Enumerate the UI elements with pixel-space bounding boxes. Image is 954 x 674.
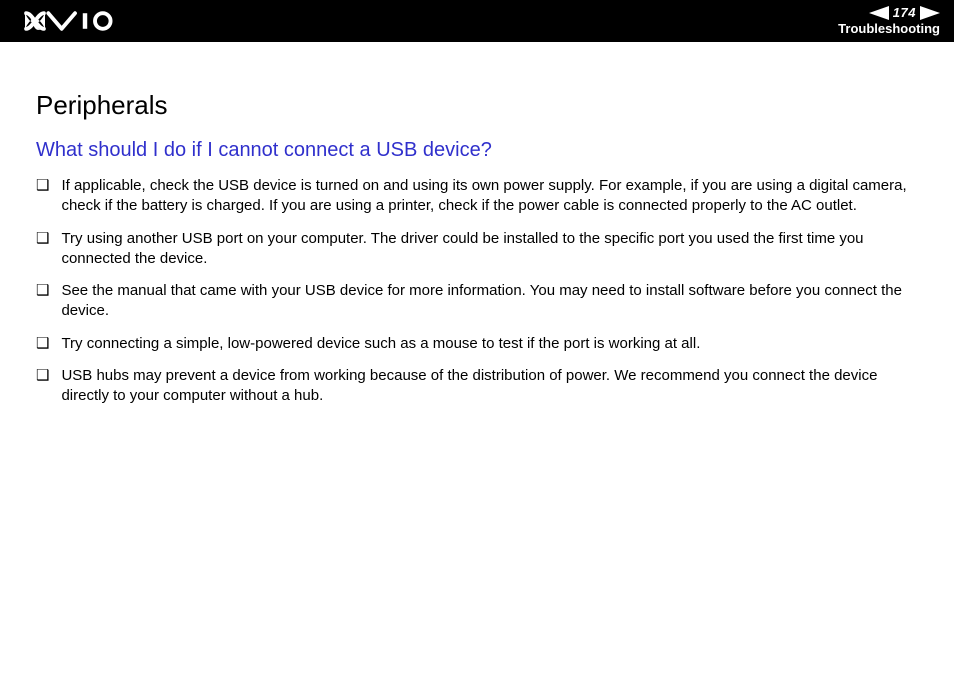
list-item-text: Try using another USB port on your compu…: [61, 229, 918, 270]
list-item: ❑ If applicable, check the USB device is…: [36, 176, 918, 217]
list-item-text: See the manual that came with your USB d…: [61, 281, 918, 322]
header-right: 174 Troubleshooting: [838, 6, 940, 36]
vaio-logo: [20, 11, 130, 31]
list-item: ❑ See the manual that came with your USB…: [36, 281, 918, 322]
bullet-list: ❑ If applicable, check the USB device is…: [36, 176, 918, 406]
section-label: Troubleshooting: [838, 21, 940, 36]
page-content: Peripherals What should I do if I cannot…: [0, 42, 954, 406]
bullet-icon: ❑: [36, 367, 49, 385]
page-number: 174: [891, 6, 918, 20]
prev-page-arrow-icon[interactable]: [869, 6, 889, 20]
next-page-arrow-icon[interactable]: [920, 6, 940, 20]
page-title: Peripherals: [36, 90, 918, 121]
page-header: 174 Troubleshooting: [0, 0, 954, 42]
bullet-icon: ❑: [36, 335, 49, 353]
list-item: ❑ Try connecting a simple, low-powered d…: [36, 334, 918, 354]
list-item-text: USB hubs may prevent a device from worki…: [61, 366, 918, 407]
page-navigator: 174: [869, 6, 940, 20]
bullet-icon: ❑: [36, 230, 49, 248]
faq-question: What should I do if I cannot connect a U…: [36, 139, 918, 162]
list-item: ❑ Try using another USB port on your com…: [36, 229, 918, 270]
document-page: 174 Troubleshooting Peripherals What sho…: [0, 0, 954, 674]
list-item-text: Try connecting a simple, low-powered dev…: [61, 334, 918, 354]
bullet-icon: ❑: [36, 282, 49, 300]
bullet-icon: ❑: [36, 177, 49, 195]
list-item-text: If applicable, check the USB device is t…: [61, 176, 918, 217]
list-item: ❑ USB hubs may prevent a device from wor…: [36, 366, 918, 407]
